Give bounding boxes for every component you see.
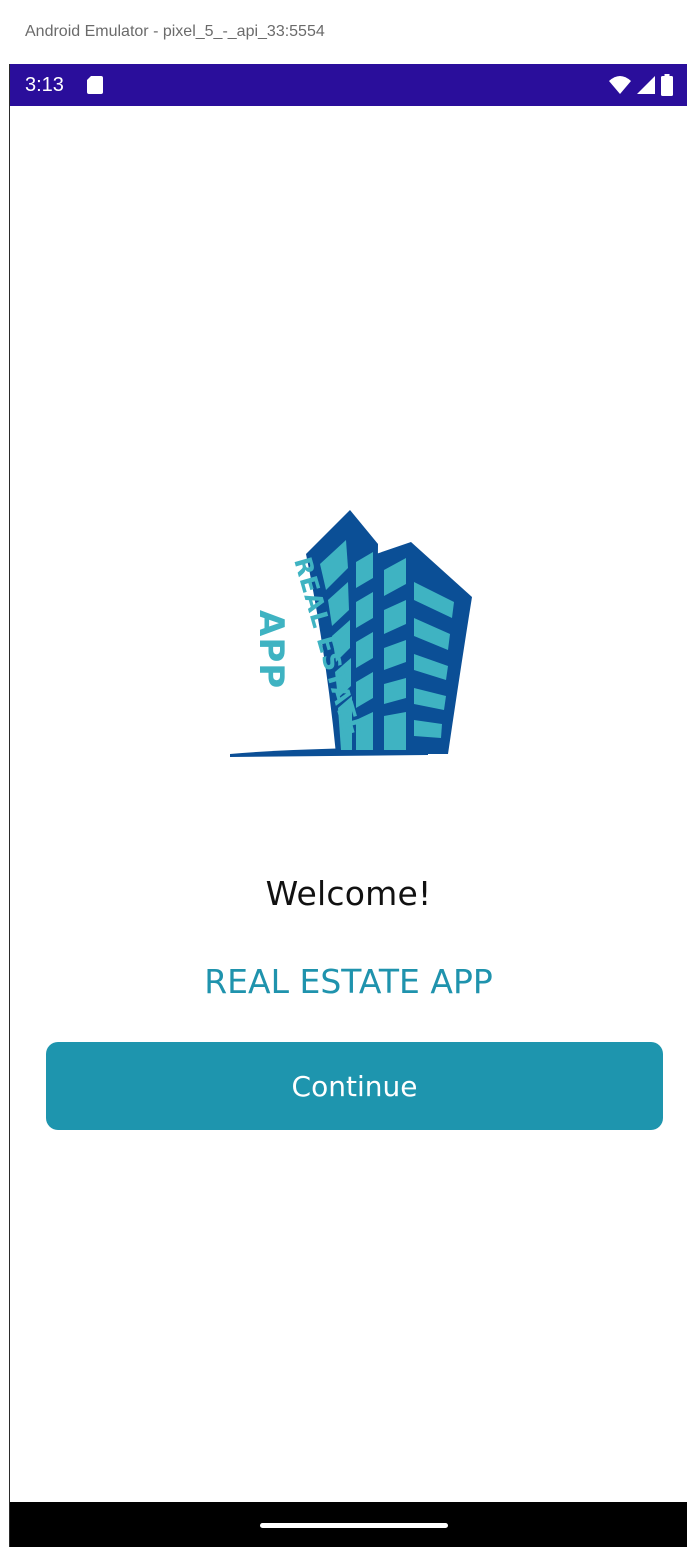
status-icons: [609, 74, 673, 96]
wifi-icon: [609, 76, 631, 94]
welcome-heading: Welcome!: [265, 874, 432, 913]
status-time: 3:13: [25, 74, 64, 96]
app-name-label: REAL ESTATE APP: [204, 962, 493, 1001]
continue-button[interactable]: Continue: [46, 1042, 663, 1130]
signal-icon: [637, 76, 655, 94]
emulator-window: Android Emulator - pixel_5_-_api_33:5554…: [0, 0, 687, 1547]
welcome-screen: REAL ESTATE APP Welcome! REAL ESTATE APP…: [10, 106, 687, 1502]
real-estate-logo: REAL ESTATE APP: [230, 510, 472, 757]
sd-card-icon: [87, 76, 103, 94]
navigation-bar: [10, 1502, 687, 1547]
logo-text-app: APP: [251, 610, 291, 689]
home-gesture-handle[interactable]: [260, 1523, 448, 1528]
battery-icon: [661, 74, 673, 96]
status-bar: 3:13: [10, 64, 687, 106]
window-title: Android Emulator - pixel_5_-_api_33:5554: [0, 0, 687, 64]
device-screen: 3:13 REAL ESTATE APP Welcome! REAL ESTAT…: [9, 64, 687, 1547]
